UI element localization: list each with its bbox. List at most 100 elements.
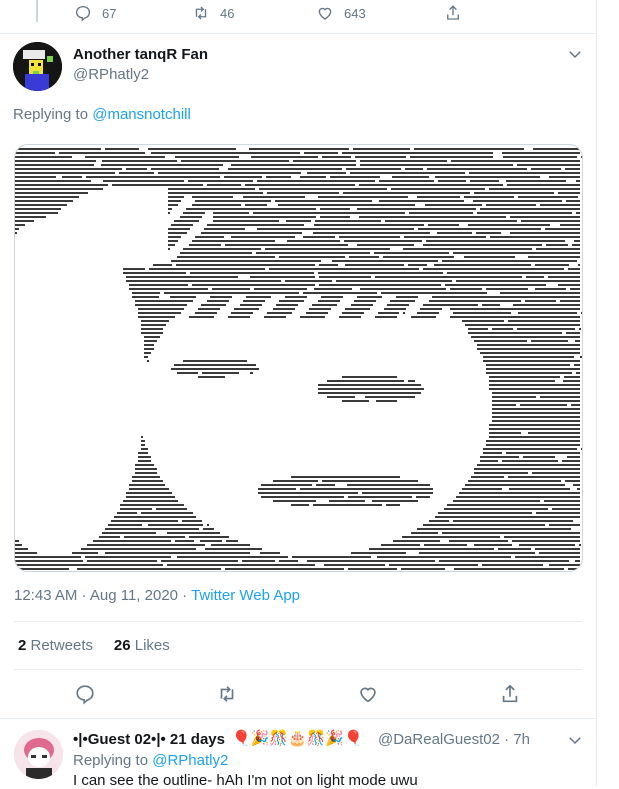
art-line [120, 508, 152, 510]
source-link[interactable]: Twitter Web App [191, 587, 300, 604]
art-line [385, 220, 517, 222]
art-line [231, 236, 295, 238]
previous-retweet-button[interactable]: 46 [192, 2, 234, 24]
art-line [226, 540, 238, 542]
art-line [225, 244, 348, 246]
art-line [387, 304, 409, 306]
art-line [453, 500, 540, 502]
art-line [535, 264, 569, 266]
art-line [99, 536, 120, 538]
share-icon[interactable] [499, 683, 521, 705]
art-line [198, 308, 220, 310]
art-line [111, 520, 178, 522]
tweet-image[interactable] [14, 144, 583, 572]
art-line [318, 388, 424, 390]
previous-tweet-actions: 67 46 643 [74, 2, 474, 24]
art-line [465, 324, 580, 326]
art-line [286, 220, 311, 222]
heart-icon[interactable] [357, 683, 379, 705]
art-line [192, 240, 275, 242]
likes-stat[interactable]: 26 Likes [114, 637, 170, 654]
art-line [138, 308, 184, 310]
art-line [245, 184, 355, 186]
art-line [85, 156, 165, 158]
art-line [439, 560, 569, 562]
avatar[interactable] [13, 42, 62, 91]
art-line [201, 304, 226, 306]
art-line [378, 312, 399, 314]
retweet-icon[interactable] [216, 683, 238, 705]
art-line [489, 432, 521, 434]
art-line [489, 384, 580, 386]
art-line [267, 192, 339, 194]
art-line [314, 224, 424, 226]
art-line [339, 236, 400, 238]
art-line [498, 548, 531, 550]
chevron-down-icon[interactable] [566, 731, 584, 749]
retweets-stat[interactable]: 2 Retweets [18, 637, 93, 654]
art-line [416, 496, 430, 498]
art-line [153, 264, 172, 266]
previous-share-button[interactable] [444, 2, 472, 24]
art-line [15, 540, 19, 542]
art-line [15, 152, 55, 154]
art-line [168, 228, 190, 230]
art-line [513, 304, 580, 306]
timestamp[interactable]: 12:43 AM · Aug 11, 2020 · [14, 587, 191, 604]
art-line [307, 560, 435, 562]
art-line [350, 172, 465, 174]
art-line [417, 528, 571, 530]
art-line [576, 372, 580, 374]
art-line [207, 224, 304, 226]
reply-name-emoji: 🎈🎉🎊🎂🎊🎉🎈 [232, 729, 363, 747]
art-line [489, 428, 580, 430]
author-display-name[interactable]: Another tanqR Fan [73, 46, 208, 63]
art-line [189, 316, 214, 318]
art-line [304, 152, 338, 154]
art-line [437, 232, 472, 234]
art-line [144, 340, 157, 342]
divider [0, 718, 596, 719]
reply-handle-time[interactable]: @DaRealGuest02 · 7h [378, 731, 530, 748]
reply-replying-link[interactable]: @RPhatly2 [152, 752, 228, 769]
previous-reply-button[interactable]: 67 [74, 2, 116, 24]
art-line [429, 300, 521, 302]
art-line [482, 564, 543, 566]
art-line [138, 452, 148, 454]
art-line [581, 448, 582, 450]
art-line [278, 204, 415, 206]
art-line [453, 520, 573, 522]
art-line [309, 308, 331, 310]
art-line [72, 552, 98, 554]
replying-to-link[interactable]: @mansnotchill [92, 106, 191, 123]
art-line [517, 328, 575, 330]
art-line [15, 548, 28, 550]
art-line [342, 152, 493, 154]
art-line [168, 196, 184, 198]
art-line [15, 156, 72, 158]
art-line [15, 204, 67, 206]
art-line [158, 172, 301, 174]
art-line [539, 552, 580, 554]
art-line [77, 568, 221, 570]
art-line [129, 488, 169, 490]
art-line [168, 244, 175, 246]
art-line [581, 312, 582, 314]
art-line [357, 208, 476, 210]
art-line [201, 232, 302, 234]
reply-icon[interactable] [74, 683, 96, 705]
art-line [357, 244, 414, 246]
art-line [135, 300, 193, 302]
chevron-down-icon[interactable] [566, 45, 584, 63]
art-line [480, 460, 498, 462]
author-handle[interactable]: @RPhatly2 [73, 66, 149, 83]
art-line [408, 380, 415, 382]
art-line [318, 272, 443, 274]
previous-like-button[interactable]: 643 [316, 2, 366, 24]
art-line [105, 552, 250, 554]
art-line [544, 500, 580, 502]
art-line [581, 156, 582, 158]
reply-display-name[interactable]: •|•Guest 02•|• 21 days [73, 731, 225, 748]
reply-avatar[interactable] [14, 730, 63, 779]
art-line [15, 164, 94, 166]
